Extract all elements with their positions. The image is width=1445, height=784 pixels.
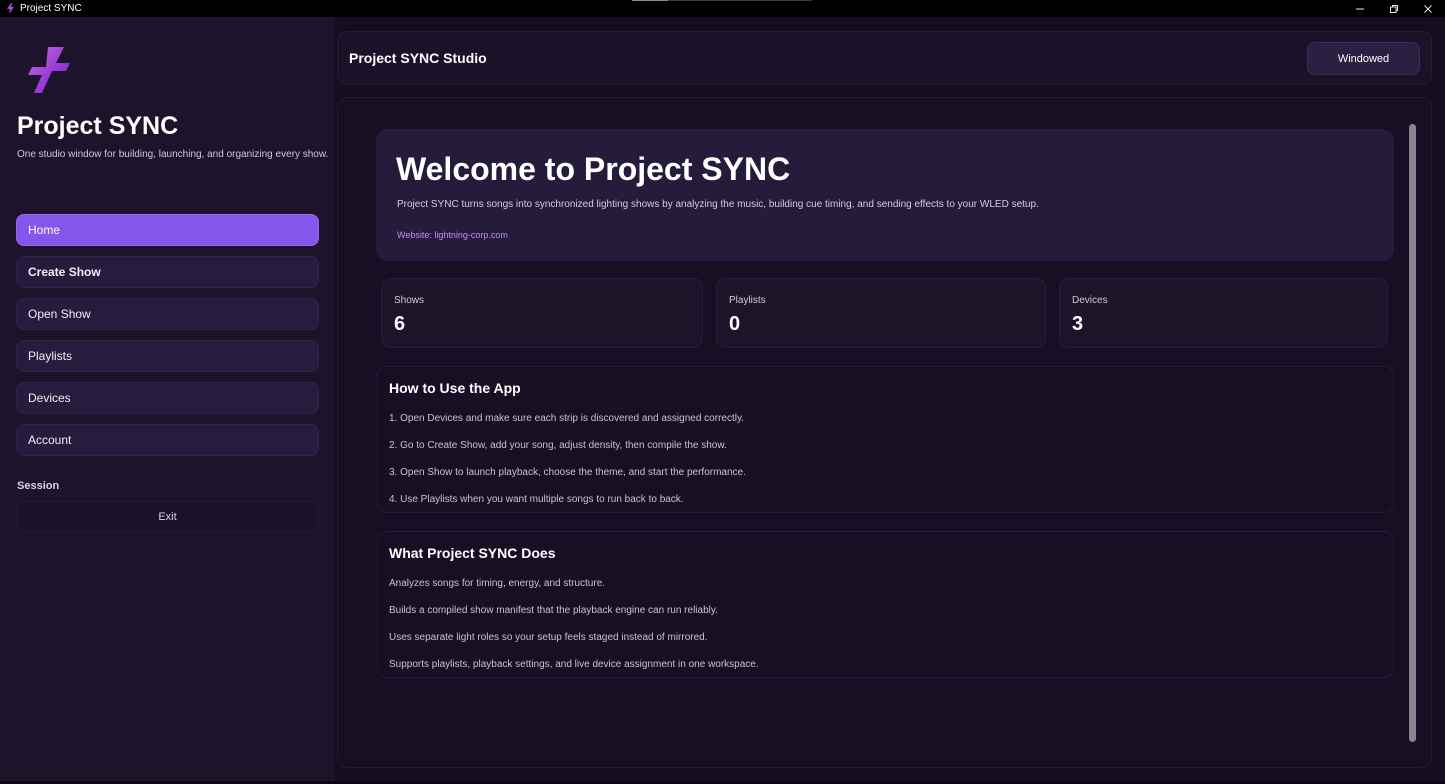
list-item: 2. Go to Create Show, add your song, adj… <box>389 440 727 451</box>
stat-value: 6 <box>394 313 406 335</box>
close-icon[interactable] <box>1411 0 1445 17</box>
sidebar-item-account[interactable]: Account <box>16 424 319 456</box>
sidebar: Project SYNC One studio window for build… <box>0 17 335 784</box>
section-title: What Project SYNC Does <box>389 545 556 561</box>
section-title: How to Use the App <box>389 380 521 396</box>
sidebar-item-create-show[interactable]: Create Show <box>16 256 319 288</box>
sidebar-item-playlists[interactable]: Playlists <box>16 340 319 372</box>
stat-card-devices: Devices 3 <box>1059 278 1388 348</box>
welcome-card: Welcome to Project SYNC Project SYNC tur… <box>376 129 1394 261</box>
features-section: What Project SYNC Does Analyzes songs fo… <box>377 531 1394 678</box>
list-item: 4. Use Playlists when you want multiple … <box>389 494 684 505</box>
stat-value: 3 <box>1072 313 1084 335</box>
stat-card-playlists: Playlists 0 <box>716 278 1046 348</box>
stat-card-shows: Shows 6 <box>381 278 703 348</box>
exit-button[interactable]: Exit <box>16 501 319 532</box>
list-item: Analyzes songs for timing, energy, and s… <box>389 578 606 589</box>
restore-icon[interactable] <box>1377 0 1411 17</box>
page-title: Project SYNC Studio <box>349 50 487 66</box>
session-label: Session <box>17 480 60 492</box>
window-title: Project SYNC <box>20 3 82 14</box>
how-to-section: How to Use the App 1. Open Devices and m… <box>377 366 1394 513</box>
stat-label: Shows <box>394 295 425 306</box>
title-bar-indicator <box>632 0 812 1</box>
window-mode-button[interactable]: Windowed <box>1307 42 1420 75</box>
sidebar-item-open-show[interactable]: Open Show <box>16 298 319 330</box>
minimize-icon[interactable] <box>1343 0 1377 17</box>
welcome-description: Project SYNC turns songs into synchroniz… <box>397 199 1039 210</box>
stat-value: 0 <box>729 313 741 335</box>
title-bar: Project SYNC <box>0 0 1445 17</box>
stat-label: Playlists <box>729 295 766 306</box>
sidebar-item-home[interactable]: Home <box>16 214 319 246</box>
sidebar-nav: Home Create Show Open Show Playlists Dev… <box>16 214 319 466</box>
website-link[interactable]: Website: lightning-corp.com <box>397 230 508 240</box>
list-item: Uses separate light roles so your setup … <box>389 632 708 643</box>
lightning-bolt-icon <box>4 3 16 15</box>
sidebar-item-devices[interactable]: Devices <box>16 382 319 414</box>
list-item: 1. Open Devices and make sure each strip… <box>389 413 744 424</box>
main-panel: Welcome to Project SYNC Project SYNC tur… <box>337 97 1432 768</box>
list-item: 3. Open Show to launch playback, choose … <box>389 467 746 478</box>
stat-label: Devices <box>1072 295 1108 306</box>
list-item: Supports playlists, playback settings, a… <box>389 659 759 670</box>
scrollbar[interactable] <box>1409 124 1416 742</box>
lightning-bolt-icon <box>26 45 72 95</box>
header-bar: Project SYNC Studio Windowed <box>337 31 1432 85</box>
brand-title: Project SYNC <box>17 112 179 140</box>
list-item: Builds a compiled show manifest that the… <box>389 605 718 616</box>
welcome-title: Welcome to Project SYNC <box>396 151 791 187</box>
brand-subtitle: One studio window for building, launchin… <box>17 149 329 160</box>
